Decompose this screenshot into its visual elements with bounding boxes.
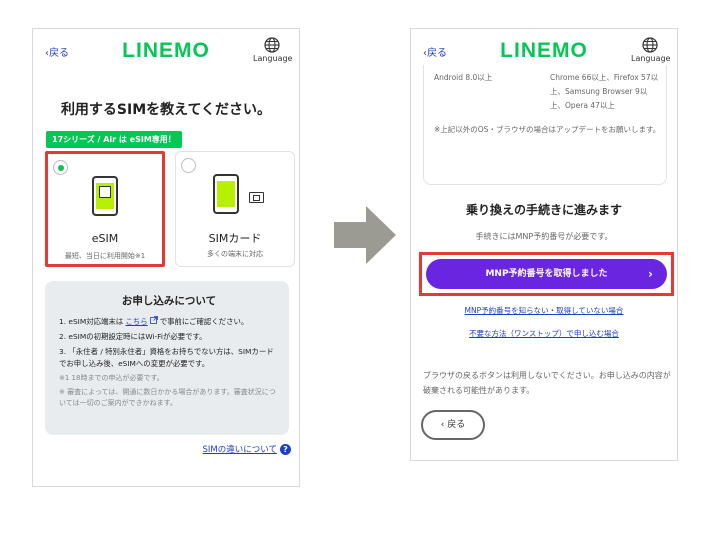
option-esim[interactable]: eSIM 最短、当日に利用開始※1 bbox=[45, 151, 165, 267]
one-stop-link[interactable]: 不要な方法（ワンストップ）で申し込む場合 bbox=[411, 328, 677, 339]
os-requirement: Android 8.0以上 bbox=[434, 73, 493, 82]
browser-back-warning: ブラウザの戻るボタンは利用しないでください。お申し込みの内容が破棄される可能性が… bbox=[423, 371, 671, 395]
sim-difference-link[interactable]: SIMの違いについて? bbox=[203, 443, 291, 455]
mnp-button-highlight: MNP予約番号を取得しました › bbox=[419, 252, 674, 296]
globe-icon bbox=[264, 37, 280, 53]
info-item: 2. eSIMの初期設定時にはWi-Fiが必要です。 bbox=[59, 332, 207, 341]
info-list: 1. eSIM対応端末は こちら で事前にご確認ください。 2. eSIMの初期設… bbox=[59, 316, 279, 370]
back-button[interactable]: ‹ 戻る bbox=[421, 410, 485, 440]
compat-note: ※上記以外のOS・ブラウザの場合はアップデートをお願いします。 bbox=[434, 125, 661, 134]
browser-requirement: Chrome 66以上、Firefox 57以上、Samsung Browser… bbox=[550, 73, 659, 110]
chip-icon bbox=[99, 186, 111, 198]
info-item: 3. 「永住者 / 特別永住者」資格をお持ちでない方は、SIMカードでお申し込み… bbox=[59, 347, 274, 368]
no-mnp-number-link[interactable]: MNP予約番号を知らない・取得していない場合 bbox=[411, 305, 677, 316]
esim-phone-icon bbox=[92, 176, 118, 216]
radio-sim-card[interactable] bbox=[181, 158, 196, 173]
info-title: お申し込みについて bbox=[121, 295, 217, 307]
sim-card-icon bbox=[249, 192, 264, 203]
esim-only-badge: 17シリーズ / Air は eSIM専用！ bbox=[46, 131, 182, 148]
header: ‹戻る LINEMO Language bbox=[33, 29, 299, 71]
option-sim-card[interactable]: SIMカード 多くの端末に対応 bbox=[175, 151, 295, 267]
option-label: eSIM bbox=[91, 232, 119, 245]
info-note: ※1 18時までの申込が必要です。 bbox=[59, 374, 164, 382]
compatible-devices-link[interactable]: こちら bbox=[126, 317, 148, 326]
section-subtitle: 手続きにはMNP予約番号が必要です。 bbox=[475, 232, 613, 241]
language-label: Language bbox=[631, 54, 671, 63]
language-button[interactable]: Language bbox=[631, 37, 671, 63]
option-sub: 最短、当日に利用開始※1 bbox=[64, 252, 146, 260]
section-title: 乗り換えの手続きに進みます bbox=[465, 203, 622, 217]
globe-icon bbox=[642, 37, 658, 53]
mnp-obtained-button[interactable]: MNP予約番号を取得しました › bbox=[426, 259, 667, 289]
language-button[interactable]: Language bbox=[253, 37, 293, 63]
application-info-box: お申し込みについて 1. eSIM対応端末は こちら で事前にご確認ください。 2… bbox=[45, 281, 289, 435]
language-label: Language bbox=[253, 54, 293, 63]
page-title: 利用するSIMを教えてください。 bbox=[60, 102, 272, 118]
chevron-right-icon: › bbox=[648, 267, 653, 281]
right-screen: ‹戻る LINEMO Language Android 8.0以上 Chrome… bbox=[410, 28, 678, 461]
sim-phone-icon bbox=[213, 174, 239, 214]
right-arrow-icon bbox=[334, 206, 396, 264]
external-link-icon bbox=[149, 316, 158, 324]
radio-esim-selected[interactable] bbox=[53, 160, 68, 175]
option-label: SIMカード bbox=[208, 232, 262, 245]
info-item: 1. eSIM対応端末は こちら で事前にご確認ください。 bbox=[59, 316, 249, 326]
option-sub: 多くの端末に対応 bbox=[207, 250, 263, 258]
compatibility-box: Android 8.0以上 Chrome 66以上、Firefox 57以上、S… bbox=[423, 65, 667, 185]
left-screen: ‹戻る LINEMO Language 利用するSIMを教えてください。 17シ… bbox=[32, 28, 300, 487]
question-icon: ? bbox=[280, 444, 291, 455]
info-note: ※ 審査によっては、開通に数日かかる場合があります。審査状況については一切のご案… bbox=[59, 388, 276, 407]
